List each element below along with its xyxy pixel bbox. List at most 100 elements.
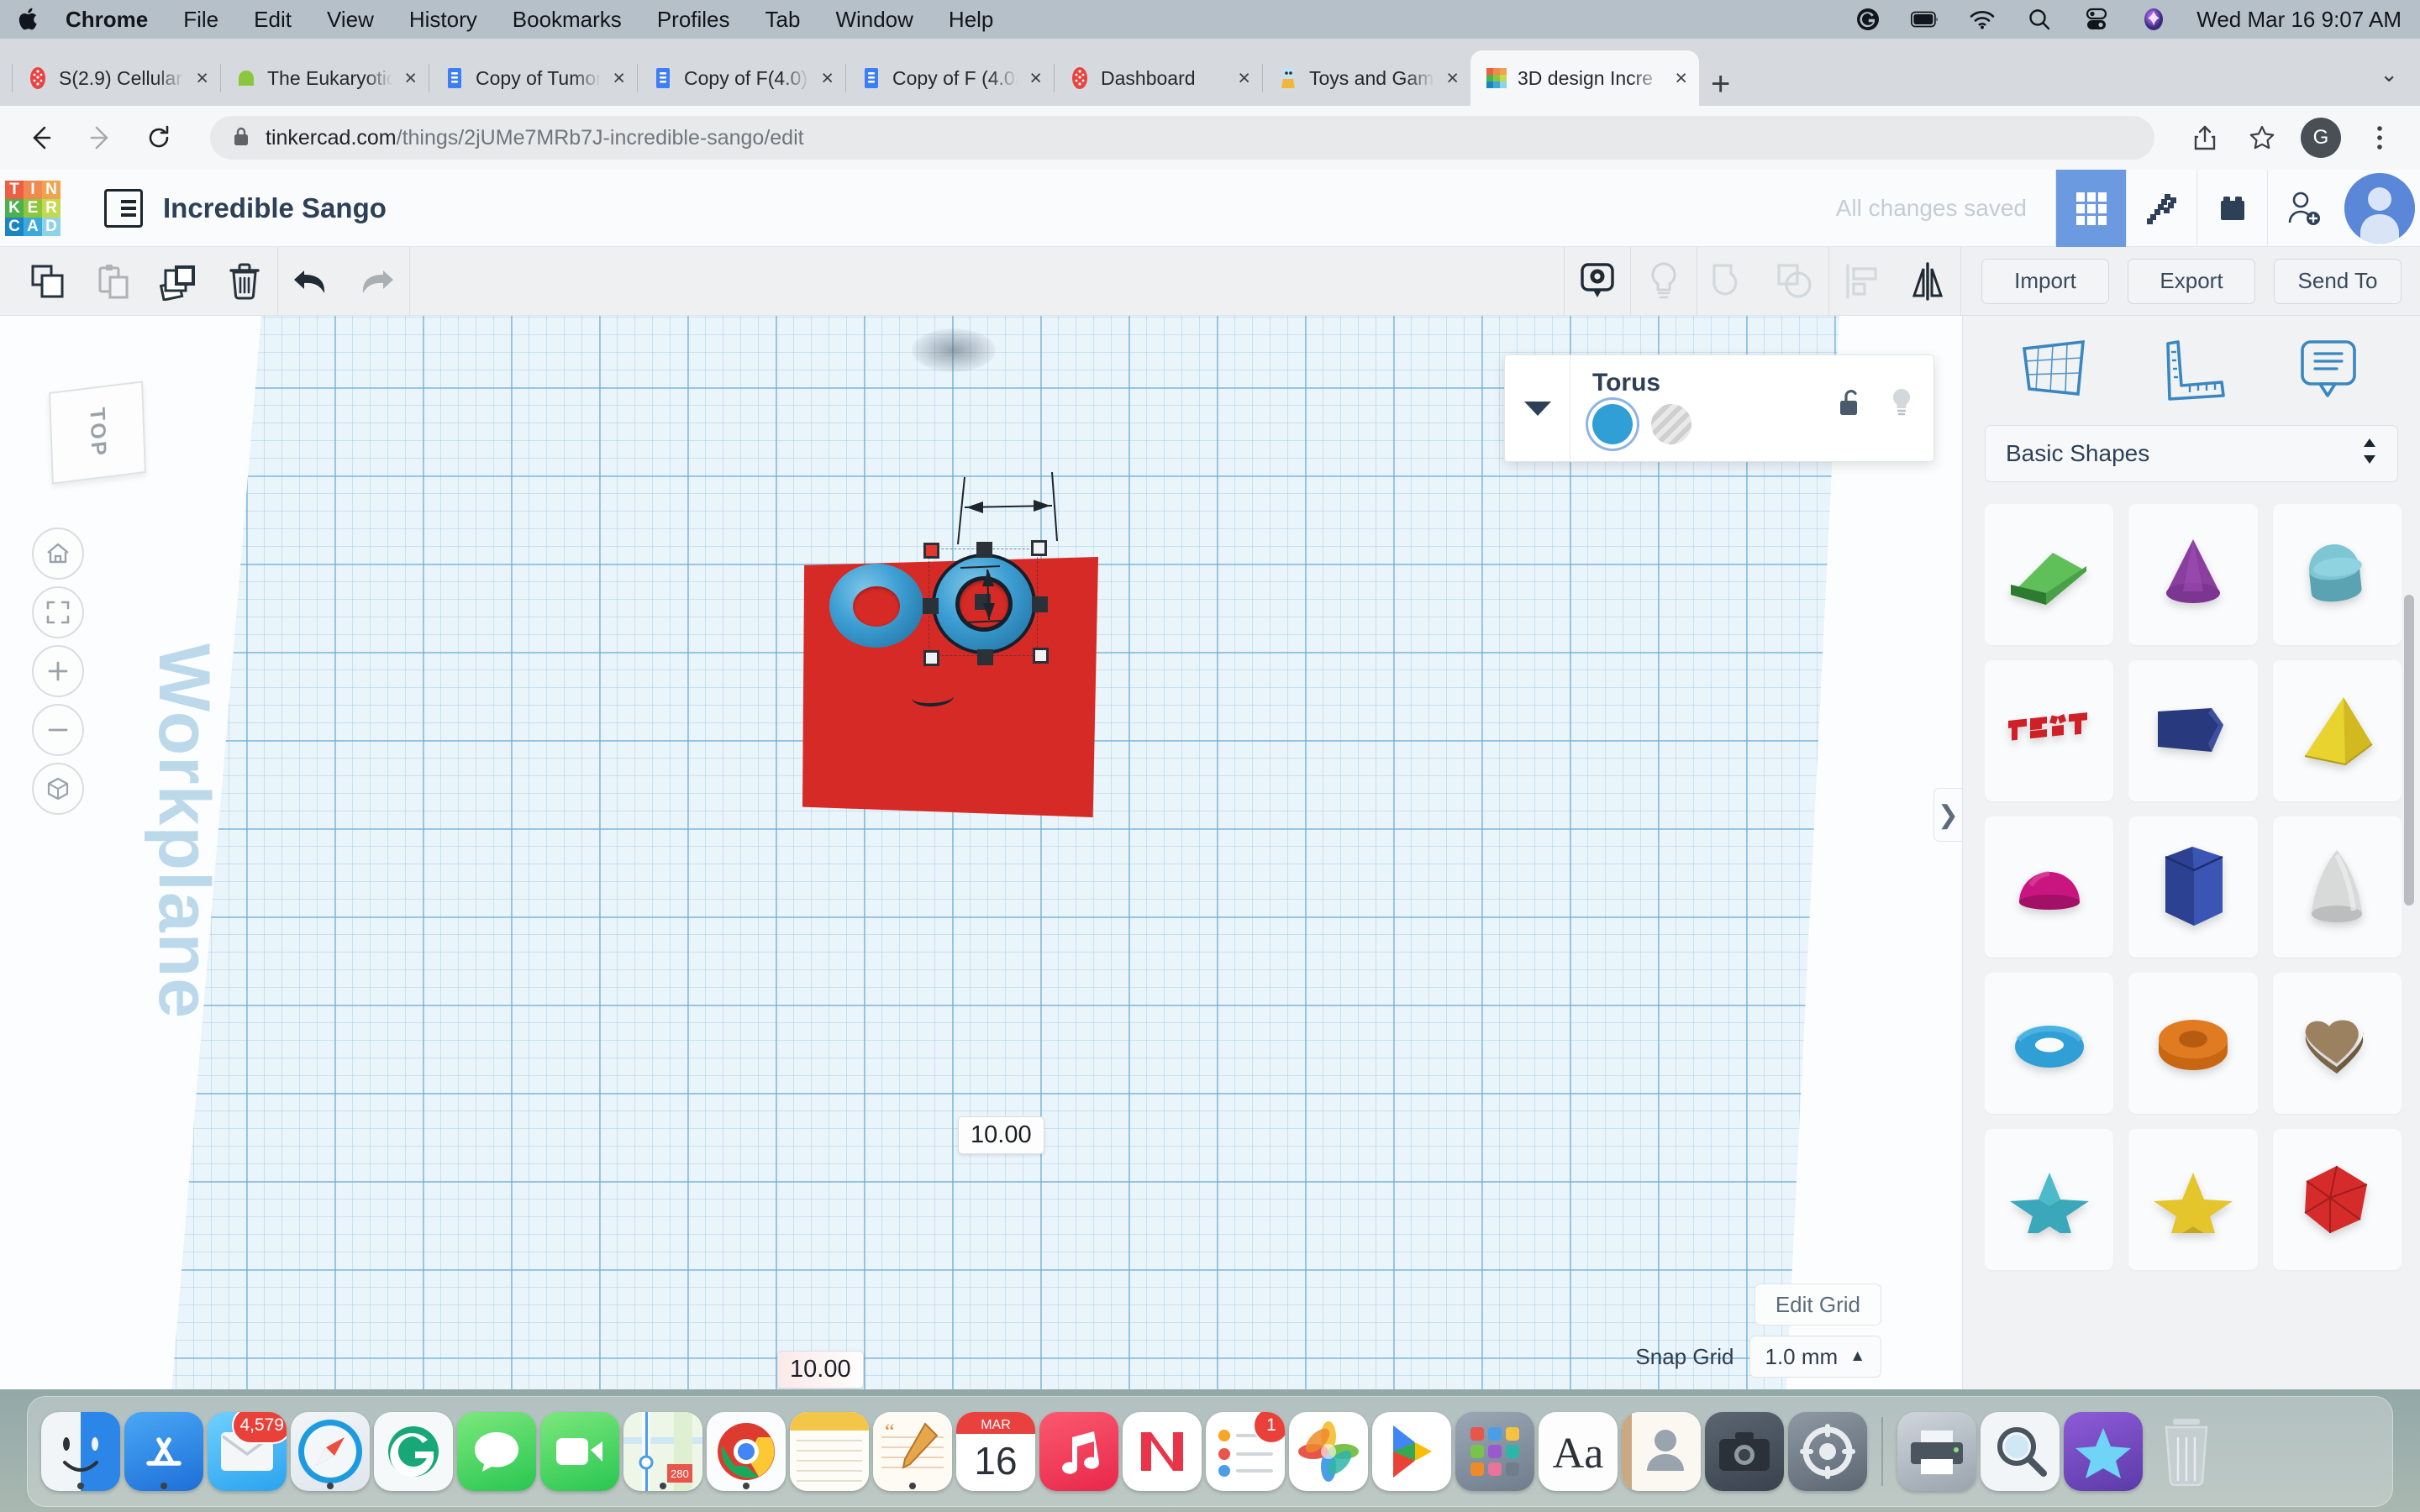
dock-item-music[interactable] [1039, 1412, 1118, 1491]
paste-icon[interactable] [81, 247, 146, 316]
dock-item-maps[interactable]: 280 [623, 1412, 702, 1491]
kebab-menu-icon[interactable] [2361, 119, 2398, 156]
add-person-icon[interactable] [2267, 170, 2338, 247]
align-icon[interactable] [1829, 247, 1895, 316]
send-to-button[interactable]: Send To [2274, 259, 2402, 304]
dock-item-grammarly[interactable] [374, 1412, 453, 1491]
menu-tab[interactable]: Tab [765, 7, 801, 33]
light-bulb-icon[interactable] [1631, 247, 1697, 316]
back-arrow-icon[interactable] [22, 118, 60, 157]
dock-item-star-app[interactable] [2064, 1412, 2143, 1491]
collapse-panel-chevron-icon[interactable]: ❯ [1933, 788, 1962, 842]
menu-bookmarks[interactable]: Bookmarks [513, 7, 622, 33]
browser-tab[interactable]: Toys and Games × [1262, 50, 1470, 106]
menu-file[interactable]: File [183, 7, 218, 33]
shape-item-cone[interactable] [2128, 504, 2257, 645]
tab-close-icon[interactable]: × [1443, 66, 1462, 91]
dock-item-contacts[interactable] [1622, 1412, 1701, 1491]
wifi-icon[interactable] [1968, 5, 1996, 34]
3d-canvas[interactable]: Workplane TOP [0, 316, 1962, 1389]
redo-icon[interactable] [344, 247, 409, 316]
shape-item-heart[interactable] [2273, 973, 2402, 1114]
mirror-icon[interactable] [1895, 247, 1960, 316]
shape-category-dropdown[interactable]: Basic Shapes [1985, 425, 2398, 482]
menu-history[interactable]: History [409, 7, 477, 33]
notes-icon[interactable] [2279, 328, 2380, 412]
resize-handle-corner[interactable] [1033, 648, 1049, 664]
chevron-down-icon[interactable] [1505, 355, 1570, 461]
minecraft-pickaxe-icon[interactable] [2126, 170, 2196, 247]
browser-tab[interactable]: Copy of F (4.0a × [845, 50, 1054, 106]
dock-item-system-settings[interactable] [1788, 1412, 1867, 1491]
dimension-label-top[interactable]: 10.00 [958, 1116, 1044, 1154]
copy-icon[interactable] [15, 247, 81, 316]
hole-swatch[interactable] [1651, 404, 1691, 444]
object-properties-panel[interactable]: Torus [1504, 354, 1934, 462]
forward-arrow-icon[interactable] [81, 118, 119, 157]
menu-profiles[interactable]: Profiles [657, 7, 730, 33]
browser-tab[interactable]: Copy of Tumor S × [429, 50, 637, 106]
edit-grid-button[interactable]: Edit Grid [1754, 1284, 1881, 1326]
notes-icon[interactable] [1565, 247, 1630, 316]
browser-tab[interactable]: Dashboard × [1054, 50, 1262, 106]
menu-chrome[interactable]: Chrome [66, 7, 148, 33]
menu-bar-clock[interactable]: Wed Mar 16 9:07 AM [2196, 7, 2402, 33]
avatar[interactable] [2344, 173, 2415, 244]
export-button[interactable]: Export [2128, 259, 2255, 304]
dock-item-facetime[interactable] [540, 1412, 619, 1491]
fit-to-view-icon[interactable] [32, 586, 84, 638]
menu-edit[interactable]: Edit [254, 7, 292, 33]
resize-handle-edge[interactable] [923, 598, 939, 614]
ungroup-icon[interactable] [1763, 247, 1828, 316]
tab-close-icon[interactable]: × [609, 66, 629, 91]
shape-item-half-cylinder[interactable] [2273, 504, 2402, 645]
shape-item-teal-star[interactable] [1985, 1129, 2113, 1270]
browser-tab[interactable]: Copy of F(4.0)a × [637, 50, 845, 106]
lego-brick-icon[interactable] [2196, 170, 2267, 247]
shape-item-torus[interactable] [1985, 973, 2113, 1114]
shape-item-polyhedron[interactable] [2273, 1129, 2402, 1270]
resize-handle-corner[interactable] [1031, 540, 1047, 556]
model-group[interactable] [802, 538, 1105, 824]
dock-item-trash[interactable] [2147, 1412, 2226, 1491]
solid-color-swatch[interactable] [1592, 404, 1633, 444]
dock-item-pages[interactable]: “ [873, 1412, 952, 1491]
dock-item-finder[interactable] [41, 1412, 120, 1491]
shape-item-pyramid[interactable] [2273, 660, 2402, 801]
delete-icon[interactable] [212, 247, 277, 316]
orthographic-view-icon[interactable] [32, 763, 84, 815]
dock-item-calendar[interactable]: MAR16 [956, 1412, 1035, 1491]
profile-avatar-button[interactable]: G [2301, 118, 2341, 158]
tab-search-caret-icon[interactable]: ⌄ [2380, 61, 2398, 87]
height-handle[interactable] [975, 594, 991, 610]
view-cube[interactable]: TOP [49, 381, 146, 484]
spotlight-search-icon[interactable] [2025, 5, 2054, 34]
shapes-panel-scrollbar[interactable] [2404, 595, 2414, 906]
shape-item-yellow-star[interactable] [2128, 1129, 2257, 1270]
tab-close-icon[interactable]: × [818, 66, 837, 91]
menu-window[interactable]: Window [835, 7, 913, 33]
new-tab-button[interactable]: + [1711, 72, 1730, 96]
menu-view[interactable]: View [327, 7, 374, 33]
undo-icon[interactable] [278, 247, 344, 316]
tab-close-icon[interactable]: × [401, 66, 420, 91]
home-view-icon[interactable] [32, 528, 84, 580]
battery-icon[interactable] [1911, 5, 1939, 34]
dock-item-news[interactable] [1123, 1412, 1202, 1491]
share-icon[interactable] [2186, 119, 2223, 156]
group-icon[interactable] [1697, 247, 1763, 316]
tinkercad-logo[interactable]: T I N K E R C A D [5, 181, 60, 236]
apple-logo-icon[interactable] [18, 7, 40, 32]
project-list-icon[interactable] [104, 189, 143, 228]
resize-handle-edge[interactable] [1032, 596, 1048, 612]
address-bar[interactable]: tinkercad.com/things/2jUMe7MRb7J-incredi… [210, 116, 2154, 160]
zoom-out-icon[interactable] [32, 704, 84, 756]
browser-tab[interactable]: The Eukaryotic C × [220, 50, 429, 106]
import-button[interactable]: Import [1981, 259, 2109, 304]
tab-close-icon[interactable]: × [1026, 66, 1045, 91]
resize-handle-edge[interactable] [977, 649, 993, 665]
shape-item-wedge[interactable] [1985, 504, 2113, 645]
workplane-grid[interactable] [158, 316, 1847, 1389]
tab-close-icon[interactable]: × [1234, 66, 1254, 91]
dock-item-app-store[interactable] [124, 1412, 203, 1491]
